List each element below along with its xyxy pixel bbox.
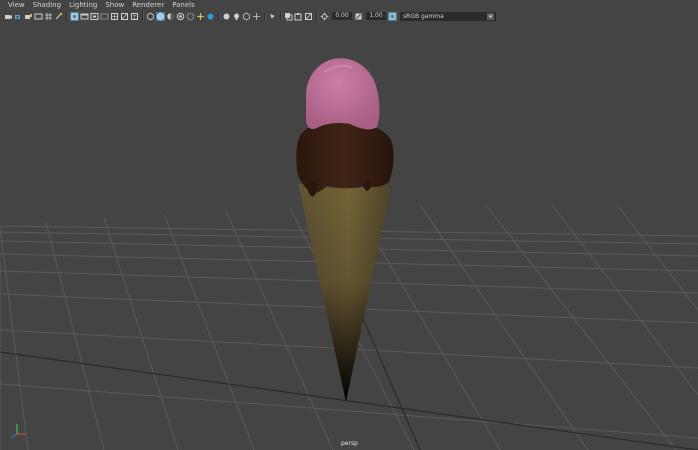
panel-toolbar: T 0.00 1.00 sRGB gamma: [0, 10, 698, 22]
gamma-field[interactable]: [366, 12, 386, 20]
image-plane-icon[interactable]: [34, 12, 43, 21]
exposure-field[interactable]: [332, 12, 352, 20]
gamma-icon[interactable]: [354, 12, 363, 21]
ambient-occlusion-icon[interactable]: [166, 12, 175, 21]
color-management-icon[interactable]: [388, 11, 397, 21]
grid-line: [617, 205, 698, 311]
move-tool-icon[interactable]: [252, 12, 261, 21]
film-gate-icon[interactable]: [100, 12, 109, 21]
toolbar-separator: [218, 11, 220, 21]
toolbar-separator: [142, 11, 144, 21]
grid-line: [551, 204, 698, 396]
grid-line: [163, 213, 255, 450]
toolbar-separator: [316, 11, 318, 21]
camera-depth-icon[interactable]: [206, 12, 215, 21]
gate-mask-icon[interactable]: [90, 12, 99, 21]
lights-icon[interactable]: [146, 12, 155, 21]
color-space-dropdown[interactable]: sRGB gamma: [400, 11, 496, 21]
safe-frame-icon[interactable]: [54, 12, 63, 21]
xray-icon[interactable]: [196, 12, 205, 21]
color-space-label: sRGB gamma: [403, 12, 444, 20]
select-camera-icon[interactable]: [4, 12, 13, 21]
crop-icon[interactable]: [304, 12, 313, 21]
axis-z-line: [10, 433, 18, 439]
menu-lighting[interactable]: Lighting: [65, 0, 101, 10]
smooth-shade-icon[interactable]: [120, 12, 129, 21]
chocolate-scoop: [296, 121, 394, 194]
menu-show[interactable]: Show: [101, 0, 128, 10]
wireframe-icon[interactable]: [110, 12, 119, 21]
perspective-viewport[interactable]: [0, 22, 698, 450]
toolbar-separator: [66, 11, 68, 21]
exposure-icon[interactable]: [320, 12, 329, 21]
copy-icon[interactable]: [284, 12, 293, 21]
panel-menu-bar: View Shading Lighting Show Renderer Pane…: [0, 0, 698, 10]
camera-attributes-icon[interactable]: [14, 12, 23, 21]
menu-view[interactable]: View: [0, 0, 29, 10]
cube-icon[interactable]: [242, 12, 251, 21]
field-chart-icon[interactable]: [70, 11, 79, 21]
grid-line: [0, 383, 698, 439]
chevron-down-icon: [487, 12, 494, 20]
svg-text:T: T: [132, 15, 137, 21]
isolate-select-icon[interactable]: [186, 12, 195, 21]
grid-line: [0, 227, 29, 450]
viewport-canvas[interactable]: [0, 22, 698, 450]
grid-toggle-icon[interactable]: [44, 12, 53, 21]
grid-line: [103, 217, 179, 450]
view-axis-indicator: [10, 424, 25, 439]
maya-viewport-panel: View Shading Lighting Show Renderer Pane…: [0, 0, 698, 450]
cone-shadow: [298, 183, 392, 402]
toolbar-separator: [280, 11, 282, 21]
menu-shading[interactable]: Shading: [29, 0, 65, 10]
toolbar-separator: [264, 11, 266, 21]
menu-renderer[interactable]: Renderer: [128, 0, 168, 10]
hud-sphere-alt-icon[interactable]: [232, 12, 241, 21]
paste-icon[interactable]: [294, 12, 303, 21]
selection-icon[interactable]: [268, 12, 277, 21]
strawberry-scoop: [306, 58, 380, 130]
menu-panels[interactable]: Panels: [168, 0, 199, 10]
camera-name-label: persp: [341, 440, 358, 447]
resolution-gate-icon[interactable]: [80, 12, 89, 21]
bookmarks-icon[interactable]: [24, 12, 33, 21]
hud-sphere-icon[interactable]: [222, 12, 231, 21]
shadows-icon[interactable]: [156, 11, 165, 21]
motion-blur-icon[interactable]: [176, 12, 185, 21]
textured-icon[interactable]: T: [130, 12, 139, 21]
